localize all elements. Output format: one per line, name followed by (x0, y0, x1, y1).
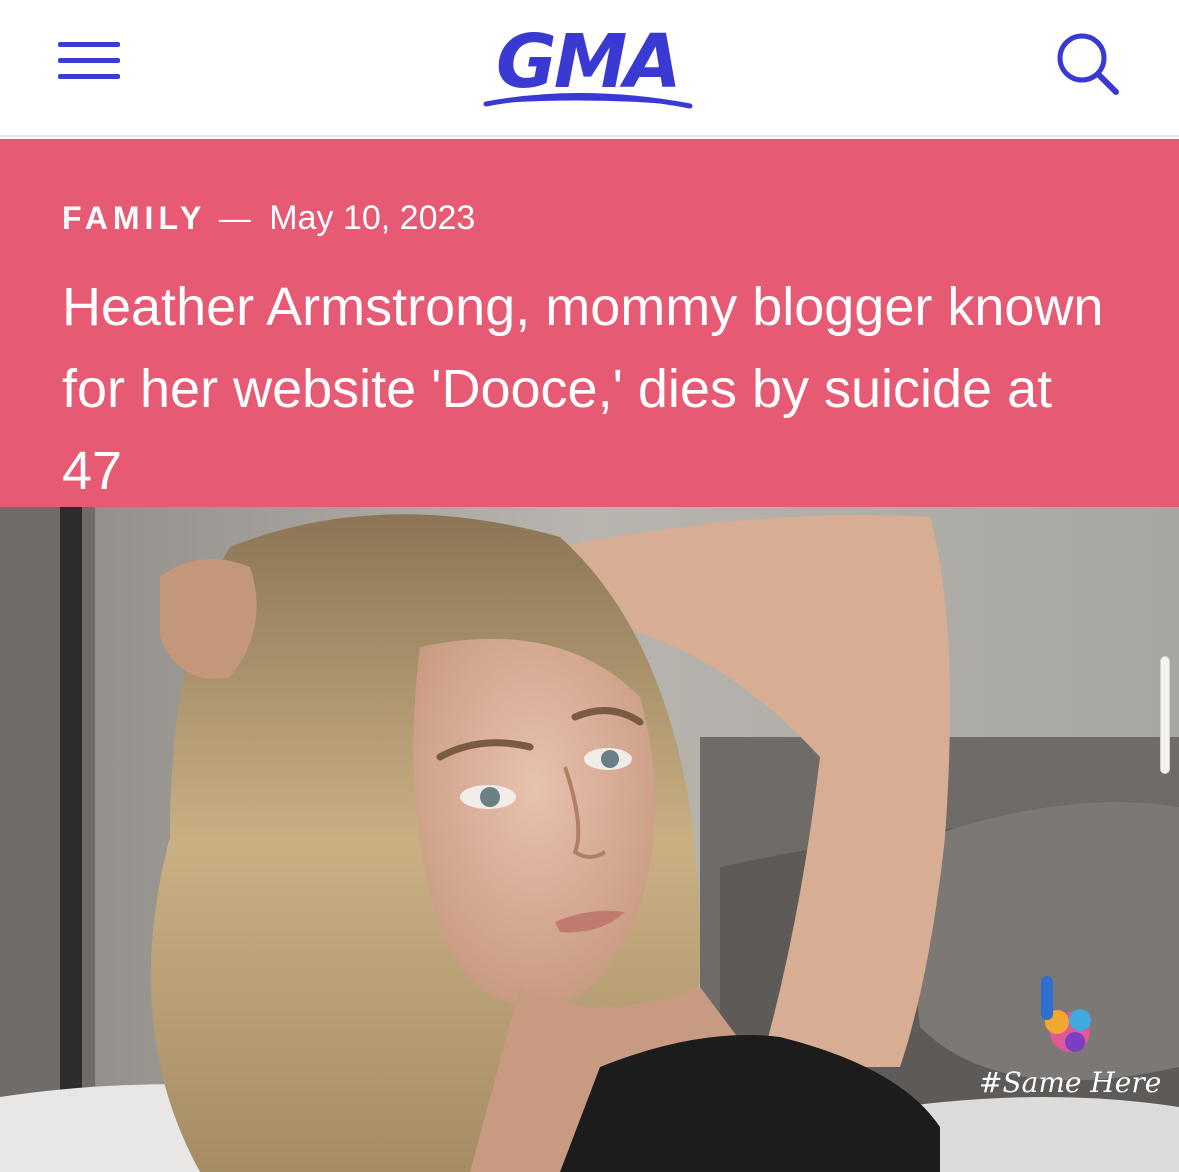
search-icon (1057, 33, 1119, 95)
article-meta: FAMILY — May 10, 2023 (62, 198, 475, 245)
article-title: Heather Armstrong, mommy blogger known f… (62, 277, 1104, 501)
gma-logo[interactable]: GMA (478, 20, 700, 116)
same-here-watermark: #Same Here (975, 970, 1165, 1110)
watermark-text: #Same Here (979, 1066, 1162, 1099)
page-scrollbar[interactable] (1160, 656, 1170, 774)
hand-logo-icon (1041, 976, 1091, 1052)
logo-swoosh-icon (483, 92, 693, 109)
meta-separator: — (218, 200, 251, 236)
category-link[interactable]: FAMILY (62, 200, 206, 236)
publish-date: May 10, 2023 (269, 199, 476, 237)
top-nav-bar: GMA (0, 0, 1179, 137)
menu-button[interactable] (58, 42, 122, 82)
search-button[interactable] (1052, 30, 1124, 96)
